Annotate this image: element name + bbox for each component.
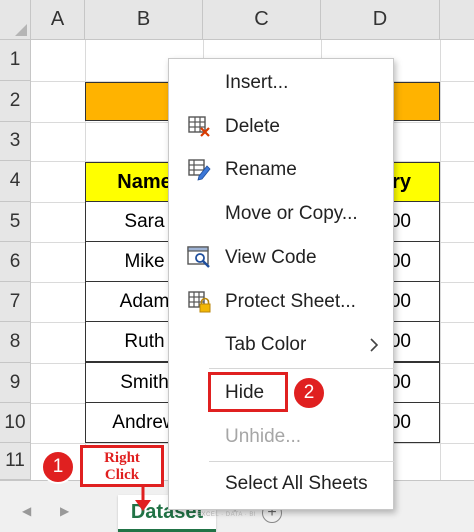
right-click-callout: Right Click bbox=[80, 445, 164, 487]
row-header-7[interactable]: 7 bbox=[0, 282, 31, 322]
context-menu: Insert... Delete Rename Move or Copy... … bbox=[168, 58, 395, 510]
menu-item-rename[interactable]: Rename bbox=[225, 157, 297, 183]
row-header-9[interactable]: 9 bbox=[0, 363, 31, 403]
row-header-3[interactable]: 3 bbox=[0, 122, 31, 161]
down-arrow-icon bbox=[135, 486, 151, 511]
row-header-2[interactable]: 2 bbox=[0, 81, 31, 122]
row-header-8[interactable]: 8 bbox=[0, 322, 31, 363]
row-header-10[interactable]: 10 bbox=[0, 403, 31, 443]
right-click-line-1: Right bbox=[104, 450, 140, 466]
select-all-corner[interactable] bbox=[0, 0, 31, 40]
menu-item-move-or-copy[interactable]: Move or Copy... bbox=[225, 201, 358, 227]
menu-item-select-all-sheets[interactable]: Select All Sheets bbox=[225, 471, 368, 497]
menu-separator bbox=[209, 461, 395, 462]
step-1-badge: 1 bbox=[41, 450, 75, 484]
menu-item-delete[interactable]: Delete bbox=[225, 114, 280, 140]
protect-sheet-icon bbox=[188, 291, 211, 313]
row-header-6[interactable]: 6 bbox=[0, 242, 31, 282]
column-header-e[interactable] bbox=[440, 0, 474, 40]
chevron-right-icon bbox=[370, 338, 379, 352]
column-header-b[interactable]: B bbox=[85, 0, 203, 40]
scroll-right-icon[interactable]: ▶ bbox=[60, 504, 69, 518]
gridline bbox=[440, 40, 441, 480]
menu-item-tab-color[interactable]: Tab Color bbox=[225, 332, 306, 358]
column-header-d[interactable]: D bbox=[321, 0, 440, 40]
column-header-a[interactable]: A bbox=[31, 0, 85, 40]
scroll-left-icon[interactable]: ◀ bbox=[22, 504, 31, 518]
row-header-4[interactable]: 4 bbox=[0, 161, 31, 202]
view-code-icon bbox=[187, 246, 210, 268]
right-click-line-2: Click bbox=[104, 467, 140, 483]
column-header-c[interactable]: C bbox=[203, 0, 321, 40]
watermark-tagline: EXCEL · DATA · BI bbox=[197, 512, 257, 518]
row-header-11[interactable]: 11 bbox=[0, 443, 31, 480]
menu-item-protect-sheet[interactable]: Protect Sheet... bbox=[225, 289, 356, 315]
step-2-badge: 2 bbox=[292, 376, 326, 410]
delete-sheet-icon bbox=[188, 116, 210, 137]
menu-item-insert[interactable]: Insert... bbox=[225, 70, 288, 96]
hide-highlight-box bbox=[208, 372, 288, 412]
row-header-1[interactable]: 1 bbox=[0, 40, 31, 81]
menu-item-view-code[interactable]: View Code bbox=[225, 245, 317, 271]
menu-separator bbox=[209, 368, 395, 369]
row-header-5[interactable]: 5 bbox=[0, 202, 31, 242]
rename-sheet-icon bbox=[188, 159, 211, 181]
menu-item-unhide: Unhide... bbox=[225, 426, 302, 447]
